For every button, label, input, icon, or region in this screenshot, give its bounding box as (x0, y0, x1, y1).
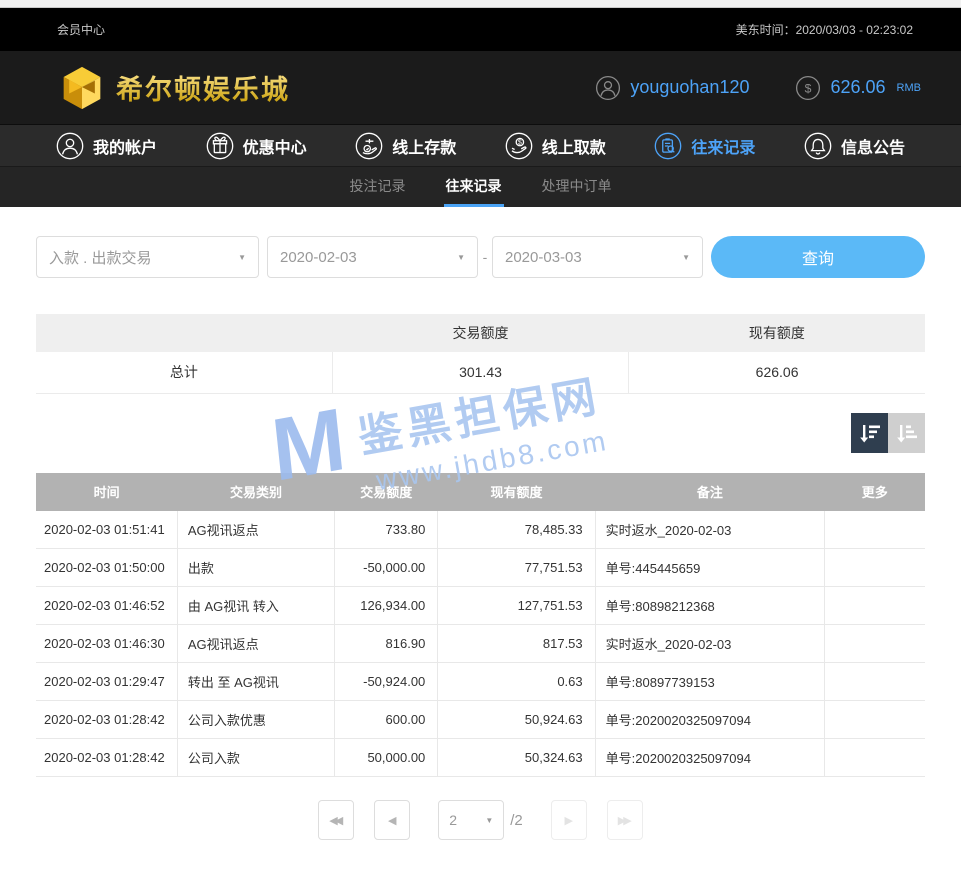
col-header-balance: 现有额度 (438, 473, 595, 511)
summary-total-row: 总计 301.43 626.06 (36, 352, 925, 393)
svg-text:$: $ (518, 139, 522, 146)
double-left-arrow-icon: ◀◀ (329, 814, 340, 827)
dollar-icon: $ (795, 75, 821, 101)
transactions-table: 时间 交易类别 交易额度 现有额度 备注 更多 2020-02-03 01:51… (36, 473, 925, 778)
user-account-link[interactable]: youguohan120 (595, 75, 749, 101)
brand-name: 希尔顿娱乐城 (116, 68, 290, 107)
topbar: 会员中心 美东时间：2020/03/03 - 02:23:02 (0, 8, 961, 51)
first-page-button[interactable]: ◀◀ (318, 800, 354, 840)
summary-total-label: 总计 (36, 352, 332, 393)
user-icon (56, 132, 84, 160)
chevron-down-icon: ▼ (485, 816, 493, 825)
logo-cube-icon (60, 65, 104, 111)
table-row: 2020-02-03 01:51:41 AG视讯返点 733.80 78,485… (36, 511, 925, 549)
summary-header-trade-amount: 交易额度 (332, 314, 628, 352)
col-header-more: 更多 (825, 473, 926, 511)
page-select[interactable]: 2 ▼ (438, 800, 504, 840)
subnav: 投注记录 往来记录 处理中订单 (0, 166, 961, 207)
summary-table: 交易额度 现有额度 总计 301.43 626.06 (36, 314, 925, 394)
table-header-row: 时间 交易类别 交易额度 现有额度 备注 更多 (36, 473, 925, 511)
col-header-type: 交易类别 (177, 473, 334, 511)
gift-icon (206, 132, 234, 160)
balance-display: $ 626.06 RMB (795, 75, 921, 101)
username: youguohan120 (630, 77, 749, 98)
tab-transaction-records[interactable]: 往来记录 (444, 167, 504, 207)
next-page-button[interactable]: ▶ (551, 800, 587, 840)
table-row: 2020-02-03 01:50:00 出款 -50,000.00 77,751… (36, 549, 925, 587)
site-header: 希尔顿娱乐城 youguohan120 $ 626.06 RMB (0, 51, 961, 124)
summary-header-current-balance: 现有额度 (629, 314, 925, 352)
nav-item-deposit[interactable]: 线上存款 (355, 132, 456, 160)
table-row: 2020-02-03 01:28:42 公司入款 50,000.00 50,32… (36, 739, 925, 777)
server-time: 美东时间：2020/03/03 - 02:23:02 (736, 21, 913, 38)
table-row: 2020-02-03 01:28:42 公司入款优惠 600.00 50,924… (36, 701, 925, 739)
deposit-icon (355, 132, 383, 160)
previous-page-button[interactable]: ◀ (374, 800, 410, 840)
browser-top-strip (0, 0, 961, 8)
search-button[interactable]: 查询 (711, 236, 925, 278)
nav-item-promotions[interactable]: 优惠中心 (206, 132, 307, 160)
tab-betting-records[interactable]: 投注记录 (348, 167, 408, 207)
balance-currency: RMB (897, 82, 921, 94)
transaction-type-select[interactable]: 入款 . 出款交易 ▼ (36, 236, 259, 278)
nav-item-transaction-records[interactable]: 往来记录 (654, 132, 755, 160)
sort-ascending-button[interactable] (888, 413, 925, 453)
sort-descending-icon (858, 421, 882, 445)
double-right-arrow-icon: ▶▶ (618, 814, 629, 827)
col-header-amount: 交易额度 (335, 473, 438, 511)
balance-amount: 626.06 (830, 77, 885, 98)
last-page-button[interactable]: ▶▶ (607, 800, 643, 840)
col-header-time: 时间 (36, 473, 177, 511)
date-to-select[interactable]: 2020-03-03 ▼ (492, 236, 703, 278)
table-row: 2020-02-03 01:46:52 由 AG视讯 转入 126,934.00… (36, 587, 925, 625)
summary-total-trade: 301.43 (332, 352, 628, 393)
page-title: 会员中心 (57, 21, 105, 38)
nav-item-withdraw[interactable]: $ 线上取款 (505, 132, 606, 160)
table-row: 2020-02-03 01:29:47 转出 至 AG视讯 -50,924.00… (36, 663, 925, 701)
sort-ascending-icon (895, 421, 919, 445)
svg-text:$: $ (805, 81, 812, 95)
summary-header-empty (36, 314, 332, 352)
table-row: 2020-02-03 01:46:30 AG视讯返点 816.90 817.53… (36, 625, 925, 663)
bell-icon (804, 132, 832, 160)
nav-item-announcements[interactable]: 信息公告 (804, 132, 905, 160)
main-nav: 我的帐户 优惠中心 线上存款 (0, 124, 961, 166)
page-total: /2 (510, 812, 523, 829)
right-arrow-icon: ▶ (565, 814, 573, 827)
user-icon (595, 75, 621, 101)
chevron-down-icon: ▼ (238, 253, 246, 262)
withdraw-icon: $ (505, 132, 533, 160)
col-header-note: 备注 (595, 473, 824, 511)
pagination: ◀◀ ◀ 2 ▼ /2 ▶ ▶▶ (36, 800, 925, 840)
summary-total-balance: 626.06 (629, 352, 925, 393)
tab-pending-orders[interactable]: 处理中订单 (540, 167, 614, 207)
left-arrow-icon: ◀ (388, 814, 396, 827)
date-from-select[interactable]: 2020-02-03 ▼ (267, 236, 478, 278)
sort-descending-button[interactable] (851, 413, 888, 453)
content-area: 入款 . 出款交易 ▼ 2020-02-03 ▼ - 2020-03-03 ▼ … (0, 236, 961, 840)
nav-item-my-account[interactable]: 我的帐户 (56, 132, 157, 160)
sort-toolbar (36, 413, 925, 453)
chevron-down-icon: ▼ (682, 253, 690, 262)
brand-link[interactable]: 希尔顿娱乐城 (60, 65, 290, 111)
records-icon (654, 132, 682, 160)
date-range-separator: - (478, 249, 492, 265)
filter-row: 入款 . 出款交易 ▼ 2020-02-03 ▼ - 2020-03-03 ▼ … (36, 236, 925, 278)
chevron-down-icon: ▼ (457, 253, 465, 262)
